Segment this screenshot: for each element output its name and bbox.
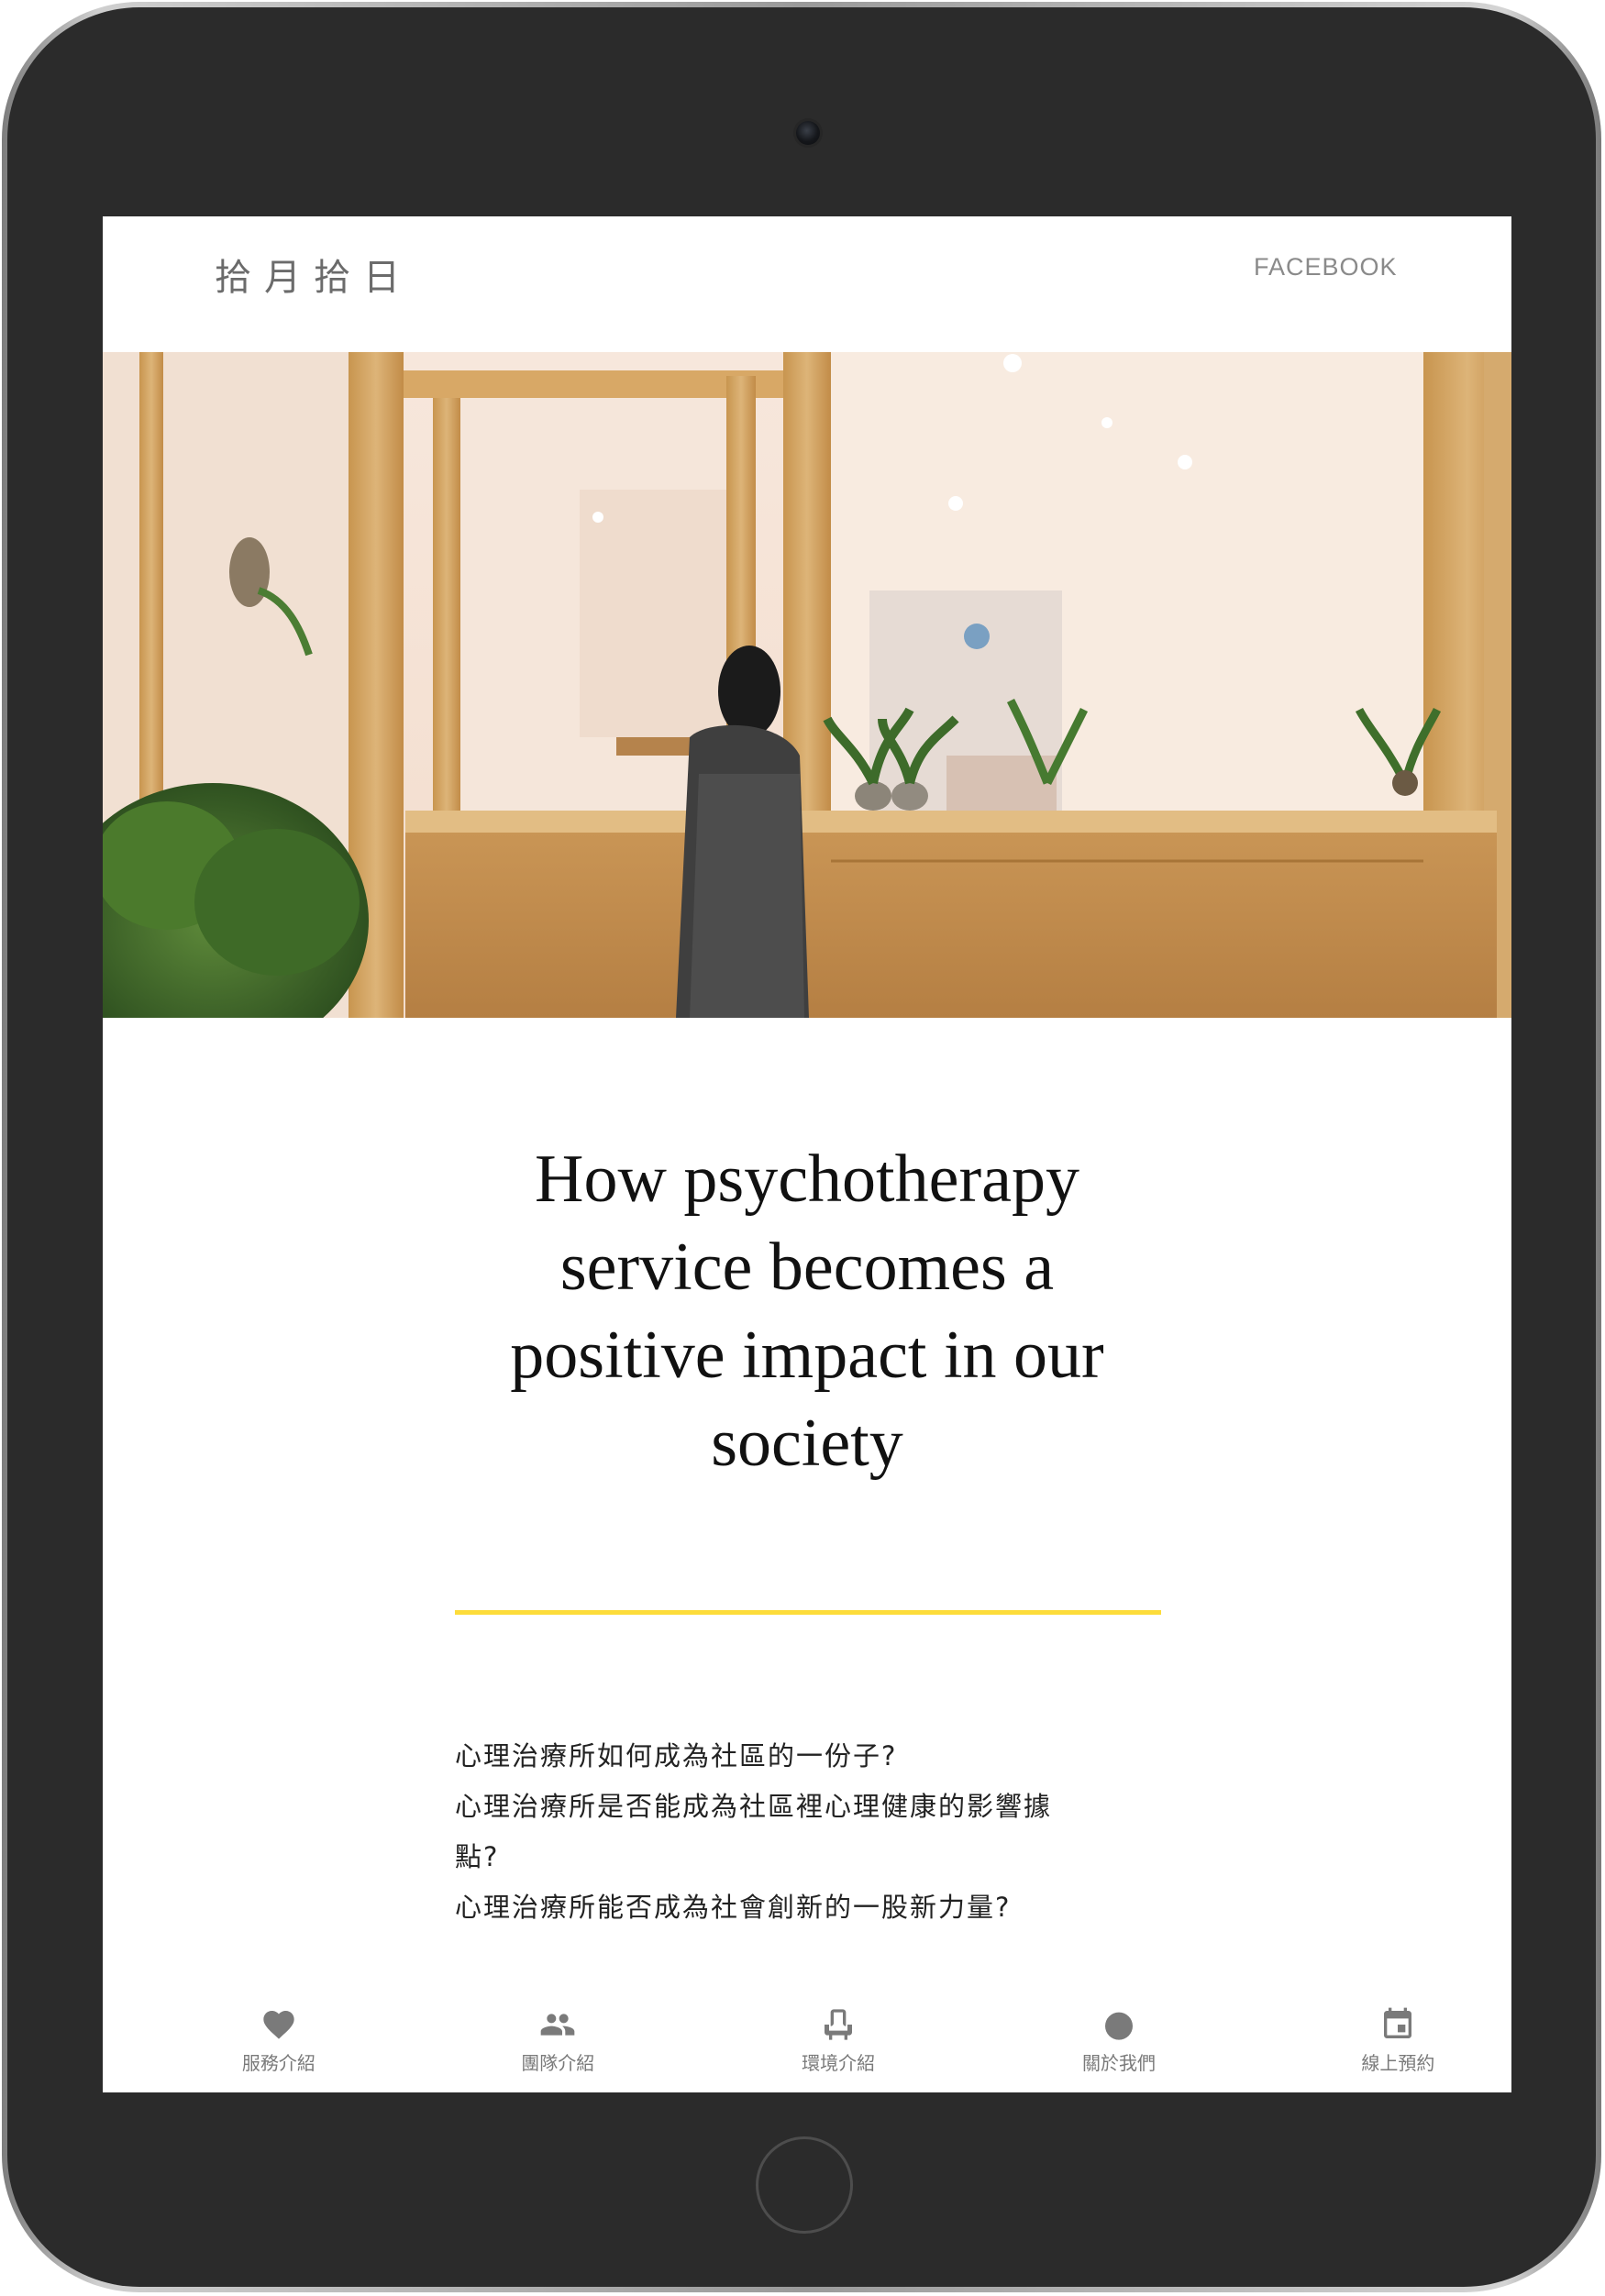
heart-icon bbox=[263, 2011, 294, 2039]
nav-services[interactable]: 服務介紹 bbox=[187, 1995, 371, 2092]
nav-about[interactable]: 關於我們 bbox=[1027, 1995, 1211, 2092]
headline-line: positive impact in our bbox=[510, 1318, 1104, 1393]
hero-image bbox=[103, 352, 1511, 1018]
nav-team[interactable]: 團隊介紹 bbox=[466, 1995, 649, 2092]
nav-label: 線上預約 bbox=[1361, 2052, 1435, 2074]
circle-icon bbox=[1105, 2012, 1134, 2040]
intro-line: 心理治療所能否成為社會創新的一股新力量? bbox=[455, 1892, 1012, 1923]
nav-label: 關於我們 bbox=[1082, 2052, 1157, 2074]
home-button[interactable] bbox=[756, 2136, 853, 2234]
intro-line: 心理治療所是否能成為社區裡心理健康的影響據 bbox=[455, 1791, 1053, 1822]
headline-line: service becomes a bbox=[559, 1230, 1055, 1305]
nav-booking[interactable]: 線上預約 bbox=[1306, 1995, 1489, 2092]
tablet-bezel: 拾月拾日 FACEBOOK How psychotherapy service … bbox=[7, 7, 1596, 2287]
intro-line: 點? bbox=[455, 1841, 500, 1872]
people-icon bbox=[540, 2014, 575, 2036]
bottom-nav: 服務介紹 團隊介紹 環境介紹 關於我們 線上預約 bbox=[103, 1995, 1511, 2092]
nav-label: 團隊介紹 bbox=[521, 2052, 595, 2074]
calendar-icon bbox=[1384, 2007, 1412, 2038]
facebook-link[interactable]: FACEBOOK bbox=[1254, 253, 1398, 281]
intro-paragraph: 心理治療所如何成為社區的一份子? 心理治療所是否能成為社區裡心理健康的影響據 點… bbox=[455, 1731, 1170, 1933]
nav-label: 環境介紹 bbox=[802, 2052, 876, 2074]
nav-label: 服務介紹 bbox=[241, 2052, 315, 2074]
headline-line: society bbox=[711, 1406, 903, 1481]
intro-line: 心理治療所如何成為社區的一份子? bbox=[455, 1740, 898, 1772]
screen: 拾月拾日 FACEBOOK How psychotherapy service … bbox=[103, 216, 1511, 2092]
chair-icon bbox=[825, 2009, 853, 2040]
tablet-frame: 拾月拾日 FACEBOOK How psychotherapy service … bbox=[2, 2, 1601, 2292]
article-headline: How psychotherapy service becomes a posi… bbox=[349, 1135, 1266, 1487]
front-camera bbox=[796, 121, 820, 145]
headline-line: How psychotherapy bbox=[535, 1142, 1079, 1217]
nav-environment[interactable]: 環境介紹 bbox=[747, 1995, 930, 2092]
site-header: 拾月拾日 FACEBOOK bbox=[103, 216, 1511, 352]
accent-divider bbox=[455, 1610, 1161, 1615]
site-logo[interactable]: 拾月拾日 bbox=[215, 248, 413, 301]
